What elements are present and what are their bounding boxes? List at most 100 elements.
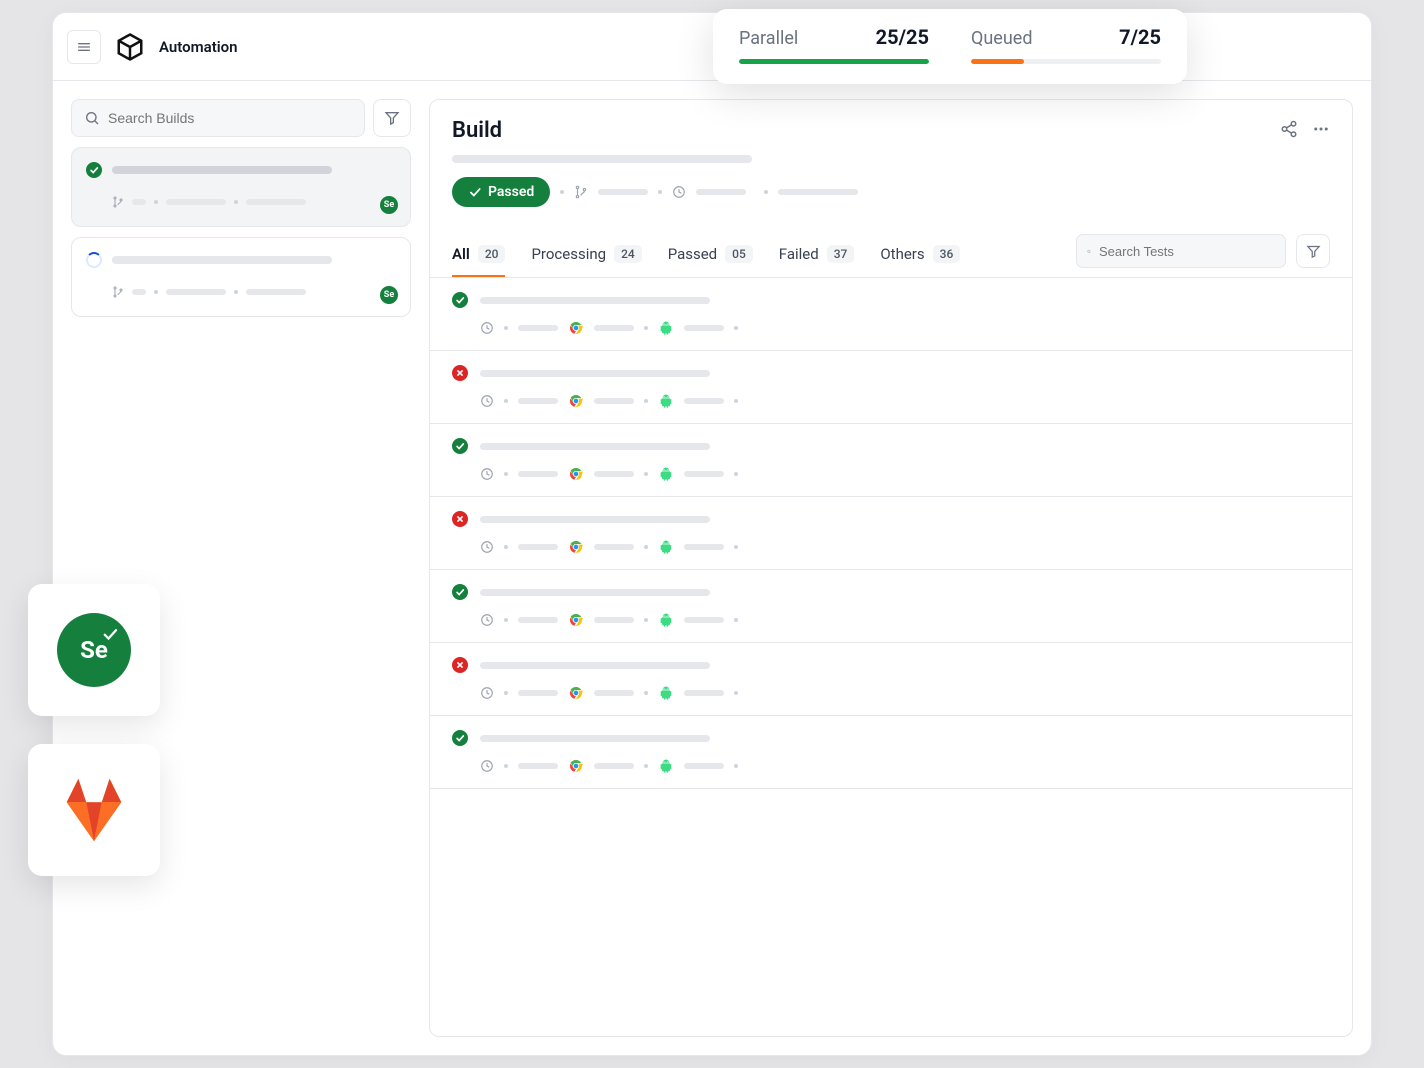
parallel-status: Parallel 25/25 bbox=[739, 25, 929, 64]
gitlab-logo-card bbox=[28, 744, 160, 876]
main-header: Build Passed bbox=[430, 100, 1352, 217]
search-icon bbox=[84, 110, 100, 126]
status-pass-icon bbox=[452, 438, 468, 454]
android-icon bbox=[658, 320, 674, 336]
more-icon bbox=[1312, 120, 1330, 138]
tab-processing[interactable]: Processing 24 bbox=[531, 233, 641, 277]
sidebar-filter-button[interactable] bbox=[373, 99, 411, 137]
clock-icon bbox=[672, 185, 686, 199]
sidebar: Se Se bbox=[71, 99, 411, 1037]
search-builds-input[interactable] bbox=[108, 110, 352, 126]
tab-others[interactable]: Others 36 bbox=[880, 233, 960, 277]
tab-count: 24 bbox=[614, 245, 642, 263]
tab-label: Passed bbox=[668, 245, 717, 263]
chrome-icon bbox=[568, 612, 584, 628]
clock-icon bbox=[480, 321, 494, 335]
menu-button[interactable] bbox=[67, 30, 101, 64]
content: Se Se bbox=[53, 81, 1371, 1055]
android-icon bbox=[658, 539, 674, 555]
clock-icon bbox=[480, 759, 494, 773]
branch-icon bbox=[112, 196, 124, 208]
share-icon bbox=[1280, 120, 1298, 138]
queued-status: Queued 7/25 bbox=[971, 25, 1161, 64]
branch-icon bbox=[574, 185, 588, 199]
parallel-value: 25/25 bbox=[876, 25, 929, 49]
chrome-icon bbox=[568, 466, 584, 482]
status-fail-icon bbox=[452, 657, 468, 673]
android-icon bbox=[658, 758, 674, 774]
tab-failed[interactable]: Failed 37 bbox=[779, 233, 855, 277]
more-button[interactable] bbox=[1312, 120, 1330, 142]
branch-icon bbox=[112, 286, 124, 298]
main-panel: Build Passed bbox=[429, 99, 1353, 1037]
chrome-icon bbox=[568, 393, 584, 409]
tab-passed[interactable]: Passed 05 bbox=[668, 233, 753, 277]
tab-count: 37 bbox=[827, 245, 855, 263]
clock-icon bbox=[480, 540, 494, 554]
app-window: Automation bbox=[52, 12, 1372, 1056]
hamburger-icon bbox=[76, 39, 92, 55]
filter-icon bbox=[1306, 244, 1321, 259]
tab-label: Failed bbox=[779, 245, 819, 263]
test-list bbox=[430, 278, 1352, 1036]
status-pass-icon bbox=[452, 292, 468, 308]
test-row[interactable] bbox=[430, 351, 1352, 424]
status-pill: Passed bbox=[452, 177, 550, 207]
tab-all[interactable]: All 20 bbox=[452, 233, 505, 277]
android-icon bbox=[658, 685, 674, 701]
clock-icon bbox=[480, 686, 494, 700]
status-running-icon bbox=[86, 252, 102, 268]
parallel-label: Parallel bbox=[739, 28, 798, 49]
search-builds-input-wrapper[interactable] bbox=[71, 99, 365, 137]
chrome-icon bbox=[568, 685, 584, 701]
android-icon bbox=[658, 393, 674, 409]
status-fail-icon bbox=[452, 365, 468, 381]
app-title: Automation bbox=[159, 38, 238, 56]
android-icon bbox=[658, 466, 674, 482]
selenium-logo-card: Se bbox=[28, 584, 160, 716]
build-title: Build bbox=[452, 118, 502, 143]
search-tests-input-wrapper[interactable] bbox=[1076, 234, 1286, 268]
tests-filter-button[interactable] bbox=[1296, 234, 1330, 268]
search-icon bbox=[1087, 244, 1091, 259]
tab-bar: All 20 Processing 24 Passed 05 Failed 37… bbox=[430, 233, 1352, 278]
test-row[interactable] bbox=[430, 278, 1352, 351]
build-card[interactable]: Se bbox=[71, 237, 411, 317]
app-logo-icon bbox=[115, 32, 145, 62]
check-icon bbox=[468, 185, 482, 199]
sidebar-search-row bbox=[71, 99, 411, 137]
status-pass-icon bbox=[452, 584, 468, 600]
tab-label: Others bbox=[880, 245, 924, 263]
status-fail-icon bbox=[452, 511, 468, 527]
chrome-icon bbox=[568, 539, 584, 555]
test-row[interactable] bbox=[430, 497, 1352, 570]
test-row[interactable] bbox=[430, 570, 1352, 643]
chrome-icon bbox=[568, 758, 584, 774]
queued-value: 7/25 bbox=[1119, 25, 1161, 49]
tab-count: 36 bbox=[933, 245, 961, 263]
tab-count: 20 bbox=[478, 245, 506, 263]
filter-icon bbox=[384, 110, 400, 126]
test-row[interactable] bbox=[430, 424, 1352, 497]
queued-label: Queued bbox=[971, 28, 1032, 49]
test-row[interactable] bbox=[430, 643, 1352, 716]
queue-status-panel: Parallel 25/25 Queued 7/25 bbox=[713, 9, 1187, 84]
search-tests-input[interactable] bbox=[1099, 244, 1275, 259]
status-pass-icon bbox=[86, 162, 102, 178]
android-icon bbox=[658, 612, 674, 628]
tab-count: 05 bbox=[725, 245, 753, 263]
selenium-badge-icon: Se bbox=[380, 286, 398, 304]
tab-label: Processing bbox=[531, 245, 606, 263]
status-pass-icon bbox=[452, 730, 468, 746]
gitlab-icon bbox=[55, 771, 133, 849]
chrome-icon bbox=[568, 320, 584, 336]
clock-icon bbox=[480, 613, 494, 627]
clock-icon bbox=[480, 467, 494, 481]
selenium-badge-icon: Se bbox=[380, 196, 398, 214]
test-row[interactable] bbox=[430, 716, 1352, 789]
share-button[interactable] bbox=[1280, 120, 1298, 142]
selenium-icon: Se bbox=[57, 613, 131, 687]
tab-label: All bbox=[452, 245, 470, 263]
build-card[interactable]: Se bbox=[71, 147, 411, 227]
clock-icon bbox=[480, 394, 494, 408]
